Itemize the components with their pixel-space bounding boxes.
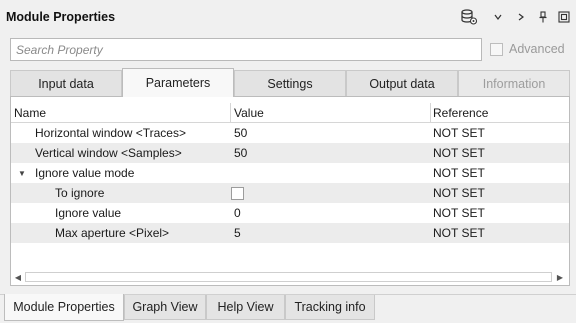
- advanced-label: Advanced: [509, 42, 565, 56]
- tab-module-properties[interactable]: Module Properties: [4, 294, 124, 321]
- scrollbar-thumb[interactable]: [25, 272, 552, 282]
- row-reference: NOT SET: [433, 146, 485, 160]
- table-row[interactable]: Max aperture <Pixel> 5 NOT SET: [11, 223, 569, 243]
- row-reference: NOT SET: [433, 226, 485, 240]
- table-row-group[interactable]: ▼ Ignore value mode NOT SET: [11, 163, 569, 183]
- restore-window-icon[interactable]: [557, 9, 571, 25]
- bottom-tabs: Module Properties Graph View Help View T…: [0, 294, 576, 323]
- tab-information: Information: [458, 70, 570, 96]
- expand-arrow-icon[interactable]: ▼: [18, 169, 26, 178]
- column-header-reference[interactable]: Reference: [433, 103, 488, 122]
- table-row[interactable]: To ignore NOT SET: [11, 183, 569, 203]
- grid-header: Name Value Reference: [11, 103, 569, 123]
- row-name: Vertical window <Samples>: [35, 146, 182, 160]
- tab-help-view[interactable]: Help View: [206, 295, 285, 320]
- scroll-right-icon[interactable]: ▶: [554, 271, 566, 283]
- column-header-value[interactable]: Value: [234, 103, 264, 122]
- tab-parameters[interactable]: Parameters: [122, 68, 234, 97]
- property-grid: Name Value Reference Horizontal window <…: [10, 96, 570, 286]
- row-name: Horizontal window <Traces>: [35, 126, 186, 140]
- chevron-down-icon[interactable]: [492, 9, 504, 25]
- row-reference: NOT SET: [433, 186, 485, 200]
- to-ignore-checkbox[interactable]: [231, 186, 244, 200]
- tab-tracking-info[interactable]: Tracking info: [285, 295, 375, 320]
- tab-settings[interactable]: Settings: [234, 70, 346, 96]
- column-header-name[interactable]: Name: [14, 103, 46, 122]
- row-name: Ignore value: [55, 206, 122, 220]
- column-divider[interactable]: [430, 103, 431, 122]
- advanced-toggle[interactable]: Advanced: [490, 42, 565, 56]
- row-reference: NOT SET: [433, 126, 485, 140]
- database-settings-icon[interactable]: [460, 9, 478, 25]
- row-reference: NOT SET: [433, 206, 485, 220]
- tab-input-data[interactable]: Input data: [10, 70, 122, 96]
- row-name: Ignore value mode: [35, 166, 135, 180]
- row-value[interactable]: 50: [234, 143, 247, 163]
- chevron-right-icon[interactable]: [515, 9, 527, 25]
- title-bar: Module Properties: [0, 0, 576, 34]
- column-divider[interactable]: [230, 103, 231, 122]
- tab-output-data[interactable]: Output data: [346, 70, 458, 96]
- advanced-checkbox[interactable]: [490, 42, 503, 56]
- scroll-left-icon[interactable]: ◀: [12, 271, 24, 283]
- property-tabs: Input data Parameters Settings Output da…: [10, 68, 570, 97]
- row-value[interactable]: 0: [234, 203, 241, 223]
- row-value[interactable]: 50: [234, 123, 247, 143]
- horizontal-scrollbar[interactable]: ◀ ▶: [11, 269, 569, 285]
- pin-icon[interactable]: [537, 9, 549, 25]
- row-name: To ignore: [55, 186, 105, 200]
- row-value[interactable]: 5: [234, 223, 241, 243]
- tab-graph-view[interactable]: Graph View: [124, 295, 206, 320]
- row-name: Max aperture <Pixel>: [55, 226, 170, 240]
- table-row[interactable]: Vertical window <Samples> 50 NOT SET: [11, 143, 569, 163]
- search-row: Advanced: [0, 38, 576, 62]
- table-row[interactable]: Horizontal window <Traces> 50 NOT SET: [11, 123, 569, 143]
- search-input[interactable]: [10, 38, 482, 61]
- row-value: [231, 183, 244, 203]
- table-row[interactable]: Ignore value 0 NOT SET: [11, 203, 569, 223]
- row-reference: NOT SET: [433, 166, 485, 180]
- panel-title: Module Properties: [6, 10, 116, 24]
